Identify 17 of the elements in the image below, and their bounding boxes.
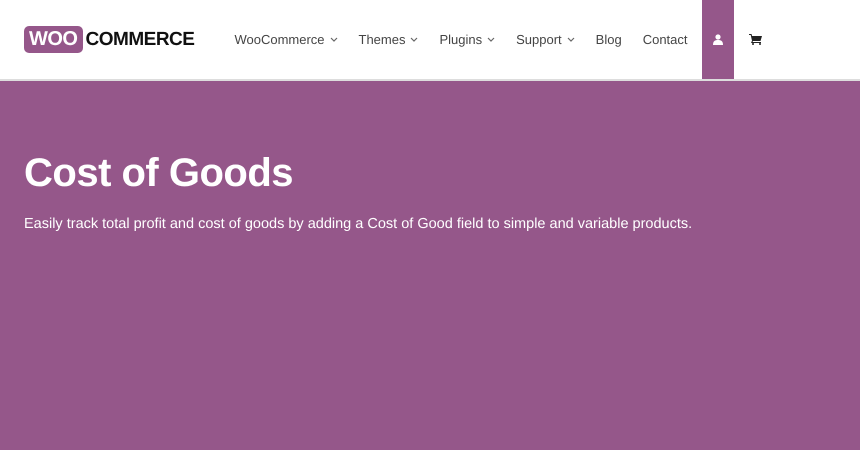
nav-link[interactable]: Support [516, 32, 575, 47]
nav-link[interactable]: WooCommerce [234, 32, 338, 47]
nav-link[interactable]: Contact [642, 32, 688, 47]
page-description: Easily track total profit and cost of goods by adding a Cost of Good field to simple and variable products. [24, 216, 694, 232]
nav-link[interactable]: Themes [358, 32, 418, 47]
chevron-icon [566, 37, 575, 42]
chevron-icon [487, 37, 496, 42]
chevron-icon [330, 37, 338, 42]
nav-link[interactable]: Plugins [439, 32, 496, 47]
chevron-icon [410, 37, 418, 42]
person-icon [712, 34, 723, 45]
page-title: Cost of Goods [24, 151, 294, 196]
account-button[interactable] [702, 0, 734, 79]
nav-link[interactable]: Blog [596, 32, 622, 47]
logo-wordmark: COMMERCE [86, 28, 194, 50]
logo-badge: WOO [24, 26, 82, 53]
cart-icon [749, 34, 762, 45]
